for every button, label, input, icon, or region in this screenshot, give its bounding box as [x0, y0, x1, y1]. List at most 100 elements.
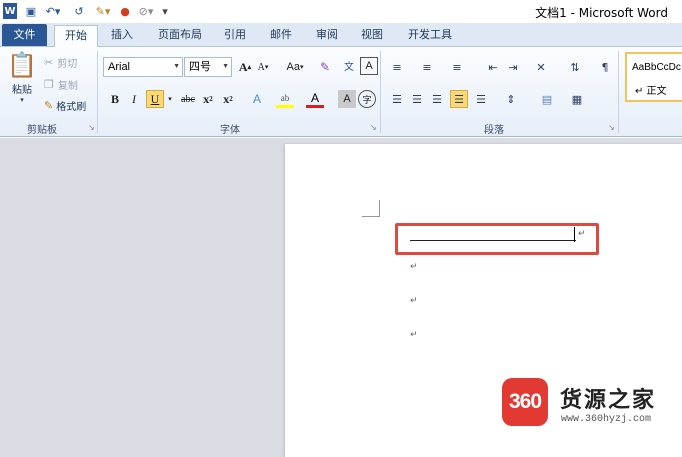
increase-indent-icon[interactable]: ⇥ — [504, 58, 522, 76]
format-painter-label: 格式刷 — [56, 102, 87, 113]
tab-references[interactable]: 引用 — [218, 25, 252, 47]
chevron-down-icon: ▼ — [173, 63, 180, 70]
copy-label: 复制 — [57, 81, 78, 92]
dialog-launcher-icon[interactable]: ↘ — [608, 123, 615, 132]
format-painter-icon[interactable]: ✎▾ — [92, 3, 114, 19]
multilevel-list-icon[interactable]: ≡ — [448, 58, 466, 76]
grow-font-button[interactable]: A ▴ — [236, 58, 254, 76]
save-icon[interactable]: ▣ — [24, 3, 38, 19]
cut-label: 剪切 — [57, 59, 78, 70]
word-icon: W — [3, 3, 17, 19]
font-color-icon[interactable]: A — [306, 90, 324, 108]
style-sample: AaBbCcDc — [632, 62, 681, 73]
highlight-annotation — [395, 223, 599, 255]
tab-insert[interactable]: 插入 — [104, 25, 140, 47]
strikethrough-button[interactable]: abc — [178, 90, 198, 108]
font-size-value: 四号 — [189, 61, 211, 73]
tab-view[interactable]: 视图 — [355, 25, 389, 47]
italic-button[interactable]: I — [125, 90, 143, 108]
ribbon: 📋 粘贴 ▾ ✂ 剪切 ❐ 复制 ✎ 格式刷 剪贴板 ↘ Arial ▼ 四号 … — [0, 47, 682, 137]
group-separator — [97, 51, 98, 133]
style-name: ↵ 正文 — [635, 86, 667, 97]
copy-icon: ❐ — [44, 78, 54, 91]
phonetic-guide-icon[interactable]: 文 — [340, 56, 358, 74]
paragraph-mark: ↵ — [410, 296, 418, 306]
redo-icon[interactable]: ↺ — [72, 3, 86, 19]
bold-glyph: B — [110, 91, 119, 106]
grow-font-glyph: A — [238, 59, 248, 74]
align-left-icon[interactable]: ☰ — [388, 90, 406, 108]
paste-button[interactable]: 📋 粘贴 ▾ — [6, 53, 38, 113]
paragraph-group-label: 段落 — [484, 125, 504, 136]
customize-icon[interactable]: ▾ — [160, 3, 170, 19]
character-border-icon[interactable]: A — [360, 57, 378, 75]
watermark-logo: 360 — [502, 378, 548, 426]
ribbon-tabs: 文件 开始 插入 页面布局 引用 邮件 审阅 视图 开发工具 — [0, 23, 682, 47]
tab-page-layout[interactable]: 页面布局 — [150, 25, 210, 47]
tab-mailings[interactable]: 邮件 — [264, 25, 298, 47]
title-bar: W ▣ ↶▾ ↺ ✎▾ ● ⊘▾ ▾ 文档1 - Microsoft Word — [0, 0, 682, 23]
clipboard-icon: 📋 — [7, 51, 37, 79]
underline-glyph: U — [150, 91, 160, 106]
align-right-icon[interactable]: ☰ — [428, 90, 446, 108]
numbering-icon[interactable]: ≡ — [418, 58, 436, 76]
character-shading-icon[interactable]: A — [338, 90, 356, 108]
change-case-glyph: Aa — [286, 61, 300, 73]
chevron-down-icon: ▼ — [222, 63, 229, 70]
subscript-button[interactable]: x2 — [199, 90, 217, 108]
highlight-color-icon[interactable]: ab — [276, 90, 294, 108]
chevron-down-icon: ▾ — [20, 96, 24, 104]
margin-corner-mark — [362, 200, 380, 217]
clear-icon[interactable]: ⊘▾ — [137, 3, 155, 19]
font-name-value: Arial — [108, 61, 131, 73]
format-painter-button[interactable]: ✎ 格式刷 — [44, 98, 86, 113]
paste-label: 粘贴 — [12, 85, 32, 96]
clear-format-icon[interactable]: ✎ — [316, 58, 334, 76]
style-normal[interactable]: AaBbCcDc ↵ 正文 — [625, 52, 682, 102]
underline-button[interactable]: U — [146, 90, 164, 108]
borders-icon[interactable]: ▦ — [568, 90, 586, 108]
distributed-icon[interactable]: ☰ — [472, 90, 490, 108]
group-separator — [618, 51, 619, 133]
tab-home[interactable]: 开始 — [54, 25, 98, 47]
line-spacing-icon[interactable]: ⇕ — [502, 90, 520, 108]
copy-button[interactable]: ❐ 复制 — [44, 77, 78, 92]
text-effects-icon[interactable]: A — [248, 90, 266, 108]
bold-button[interactable]: B — [106, 90, 124, 108]
undo-icon[interactable]: ↶▾ — [43, 3, 63, 19]
tab-file[interactable]: 文件 — [2, 24, 47, 46]
font-name-combo[interactable]: Arial ▼ — [103, 57, 183, 77]
justify-icon[interactable]: ☰ — [450, 90, 468, 108]
group-separator — [380, 51, 381, 133]
decrease-indent-icon[interactable]: ⇤ — [484, 58, 502, 76]
font-size-combo[interactable]: 四号 ▼ — [184, 57, 232, 77]
watermark-name: 货源之家 — [560, 388, 657, 413]
paragraph-mark: ↵ — [410, 262, 418, 272]
dialog-launcher-icon[interactable]: ↘ — [88, 123, 95, 132]
enclose-characters-icon[interactable]: 字 — [358, 90, 376, 108]
watermark-url: www.360hyzj.com — [561, 414, 652, 425]
tab-review[interactable]: 审阅 — [310, 25, 344, 47]
shrink-font-glyph: A — [257, 61, 265, 73]
window-title: 文档1 - Microsoft Word — [535, 6, 668, 20]
tab-developer[interactable]: 开发工具 — [400, 25, 460, 47]
clipboard-group-label: 剪贴板 — [27, 125, 57, 136]
font-group-label: 字体 — [220, 125, 240, 136]
underline-dropdown-icon[interactable]: ▾ — [165, 90, 175, 108]
change-case-button[interactable]: Aa ▾ — [282, 58, 308, 76]
sort-icon[interactable]: ⇅ — [566, 58, 584, 76]
align-center-icon[interactable]: ☰ — [408, 90, 426, 108]
superscript-button[interactable]: x2 — [219, 90, 237, 108]
dialog-launcher-icon[interactable]: ↘ — [370, 123, 377, 132]
asian-layout-icon[interactable]: ✕ — [532, 58, 550, 76]
paragraph-mark: ↵ — [410, 330, 418, 340]
shading-icon[interactable]: ▤ — [538, 90, 556, 108]
brush-icon: ✎ — [44, 99, 54, 112]
bullets-icon[interactable]: ≡ — [388, 58, 406, 76]
show-marks-icon[interactable]: ¶ — [596, 58, 614, 76]
shrink-font-button[interactable]: A ▾ — [254, 58, 272, 76]
color-icon[interactable]: ● — [118, 3, 132, 19]
strikethrough-glyph: abc — [181, 93, 195, 105]
cut-button[interactable]: ✂ 剪切 — [44, 55, 77, 70]
scissors-icon: ✂ — [44, 56, 54, 69]
